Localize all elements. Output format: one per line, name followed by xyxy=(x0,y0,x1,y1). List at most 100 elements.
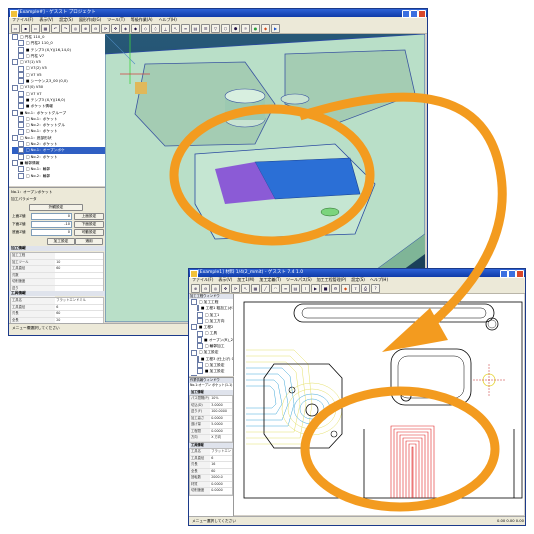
menu2-toolpath[interactable]: ツールパス(S) xyxy=(286,277,312,283)
grid-value[interactable] xyxy=(55,253,103,259)
tree-checkbox[interactable] xyxy=(18,40,24,47)
grid-value[interactable]: 60 xyxy=(55,266,103,272)
tree-checkbox[interactable] xyxy=(18,153,24,160)
tree-checkbox[interactable] xyxy=(18,172,24,179)
menu-shape[interactable]: 図形作成(G) xyxy=(79,17,101,23)
new-icon[interactable]: ▫ xyxy=(31,23,40,33)
tree-checkbox[interactable] xyxy=(18,166,24,173)
floor-z-input[interactable]: 0 xyxy=(31,229,72,236)
grid-value[interactable]: 3.0000 xyxy=(210,403,232,409)
tree-checkbox[interactable] xyxy=(12,84,18,91)
minimize-button-2[interactable] xyxy=(500,270,508,278)
layer-icon[interactable]: ≡ xyxy=(181,23,190,33)
color-circle-icon[interactable]: ● xyxy=(251,23,260,33)
tree-checkbox[interactable] xyxy=(18,65,24,72)
color-icon-2[interactable]: ◆ xyxy=(341,283,350,293)
tree-checkbox[interactable] xyxy=(191,324,197,331)
tree-checkbox[interactable] xyxy=(18,53,24,60)
tree-checkbox[interactable] xyxy=(12,109,18,116)
tree-checkbox[interactable] xyxy=(18,122,24,129)
grid-icon[interactable]: ▦ xyxy=(41,23,50,33)
menu2-view[interactable]: 表示(V) xyxy=(218,277,232,283)
shade-icon[interactable]: ⬢ xyxy=(231,23,240,33)
grid-value[interactable]: 2000.0 xyxy=(210,475,232,481)
zoom-in-icon[interactable]: ⊕ xyxy=(81,23,90,33)
side-view-icon[interactable]: ◊ xyxy=(151,23,160,33)
zoom-fit-icon[interactable]: ◎ xyxy=(71,23,80,33)
wire-icon[interactable]: ⬡ xyxy=(221,23,230,33)
2d-toolpath-viewport[interactable] xyxy=(234,294,524,515)
tree-checkbox[interactable] xyxy=(18,128,24,135)
bottom-z-button[interactable]: 下面設定 xyxy=(74,221,104,228)
run-icon[interactable]: ▶ xyxy=(271,23,280,33)
grid-value[interactable]: 10 xyxy=(55,260,103,266)
undo-icon[interactable]: ↶ xyxy=(51,23,60,33)
tree-checkbox[interactable] xyxy=(191,374,197,376)
grid-value[interactable]: 60 xyxy=(55,311,103,317)
simulate-icon-2[interactable]: ▶ xyxy=(311,283,320,293)
tree-checkbox[interactable] xyxy=(197,368,203,375)
grid-value[interactable]: 0.0000 xyxy=(210,429,232,435)
tree-checkbox[interactable] xyxy=(18,71,24,78)
path-icon-2[interactable]: ⌇ xyxy=(301,283,310,293)
grid-value[interactable]: 0.0000 xyxy=(210,482,232,488)
rotate-icon-2[interactable]: ⟳ xyxy=(231,283,240,293)
machining-info-section[interactable]: 加工情報 xyxy=(9,246,105,251)
zoom-out-icon-2[interactable]: ⊖ xyxy=(201,283,210,293)
grid-value[interactable]: 60 xyxy=(210,469,232,475)
tree-checkbox[interactable] xyxy=(197,336,203,343)
tree-checkbox[interactable] xyxy=(197,362,203,369)
export-icon-2[interactable]: ⇪ xyxy=(351,283,360,293)
pan-icon[interactable]: ✥ xyxy=(111,23,120,33)
maximize-button-2[interactable] xyxy=(508,270,516,278)
list-icon[interactable]: ☰ xyxy=(201,23,210,33)
grid-row[interactable]: 方向 X 方向 xyxy=(190,435,232,442)
menu2-process[interactable]: 加工工程管理(P) xyxy=(317,277,347,283)
tree-checkbox[interactable] xyxy=(191,299,197,306)
close-button[interactable] xyxy=(418,10,426,18)
tree-checkbox[interactable] xyxy=(18,90,24,97)
grid-value[interactable]: X 方向 xyxy=(210,435,232,441)
tree-checkbox[interactable] xyxy=(191,349,197,356)
tree-checkbox[interactable] xyxy=(12,34,18,41)
tree-checkbox[interactable] xyxy=(18,46,24,53)
menu-work[interactable]: 等級作業(A) xyxy=(131,17,153,23)
light-icon[interactable]: ☼ xyxy=(241,23,250,33)
apply-button[interactable]: 適用 xyxy=(75,238,103,245)
tree-checkbox[interactable] xyxy=(197,318,203,325)
menu2-settings[interactable]: 設定(S) xyxy=(351,277,365,283)
menu-tools[interactable]: ツール(T) xyxy=(107,17,125,23)
tool-info-section[interactable]: 工具情報 xyxy=(9,291,105,296)
rotate-icon[interactable]: ⟳ xyxy=(101,23,110,33)
machining-settings-button[interactable]: 加工設定 xyxy=(47,238,75,245)
grid-value[interactable]: フラットエンドミル xyxy=(55,298,103,304)
grid-value[interactable]: 6 xyxy=(210,456,232,462)
tree-checkbox[interactable] xyxy=(197,330,203,337)
top-z-button[interactable]: 上面設定 xyxy=(74,213,104,220)
arc-icon-2[interactable]: ◠ xyxy=(271,283,280,293)
menu2-machining[interactable]: 加工1(M) xyxy=(237,277,254,283)
menu-help[interactable]: ヘルプ(H) xyxy=(159,17,177,23)
stop-icon-2[interactable]: ■ xyxy=(321,283,330,293)
filter-icon[interactable]: ▽ xyxy=(211,23,220,33)
grid-value[interactable]: 5.0000 xyxy=(210,422,232,428)
grid-value[interactable]: 10% xyxy=(210,396,232,402)
grid-value[interactable]: 16 xyxy=(210,462,232,468)
tree-checkbox[interactable] xyxy=(197,355,199,362)
grid-value[interactable]: 100.0000 xyxy=(210,409,232,415)
select-icon[interactable]: ↖ xyxy=(171,23,180,33)
grid-icon-2[interactable]: ▦ xyxy=(251,283,260,293)
tree-checkbox[interactable] xyxy=(18,141,24,148)
floor-z-button[interactable]: 可動設定 xyxy=(74,229,104,236)
color-diamond-icon[interactable]: ◆ xyxy=(261,23,270,33)
tree-item[interactable]: □ No.2：輪郭 xyxy=(12,172,107,179)
open-folder-icon[interactable]: ▭ xyxy=(11,23,20,33)
appearance-button[interactable]: 外観設定 xyxy=(29,204,83,211)
grid-value[interactable]: 6 xyxy=(55,305,103,311)
grid-value[interactable]: 0.0000 xyxy=(210,416,232,422)
tree-checkbox[interactable] xyxy=(12,59,18,66)
zoom-in-icon-2[interactable]: ⊕ xyxy=(191,283,200,293)
grid-value[interactable]: 0.0000 xyxy=(210,488,232,494)
print-icon-2[interactable]: ⎙ xyxy=(361,283,370,293)
save-icon[interactable]: ▪ xyxy=(21,23,30,33)
